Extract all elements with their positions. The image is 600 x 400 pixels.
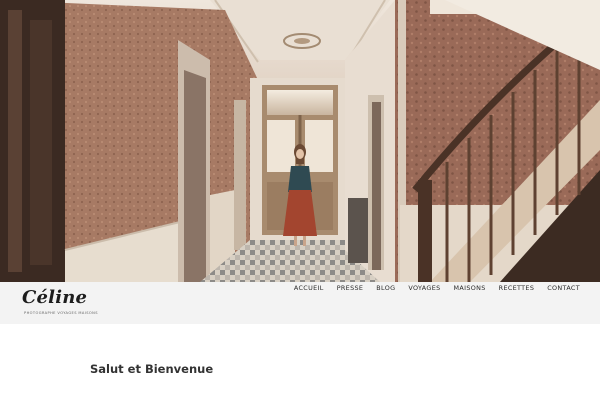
menu-item-blog[interactable]: BLOG (376, 282, 395, 294)
menu-item-presse[interactable]: PRESSE (337, 282, 364, 294)
logo-name: Céline (22, 287, 88, 308)
logo-tagline: PHOTOGRAPHE VOYAGES MAISONS (24, 311, 98, 315)
hallway-image (0, 0, 600, 282)
site-header: Céline PHOTOGRAPHE VOYAGES MAISONS ACCUE… (0, 282, 600, 324)
menu-item-contact[interactable]: CONTACT (547, 282, 580, 294)
menu-item-accueil[interactable]: ACCUEIL (294, 282, 324, 294)
menu-item-maisons[interactable]: MAISONS (454, 282, 486, 294)
main-content: Salut et Bienvenue (0, 324, 600, 400)
hero-photo (0, 0, 600, 282)
main-menu: ACCUEIL PRESSE BLOG VOYAGES MAISONS RECE… (294, 282, 580, 294)
site-logo[interactable]: Céline PHOTOGRAPHE VOYAGES MAISONS (22, 287, 98, 320)
welcome-title: Salut et Bienvenue (90, 362, 214, 376)
menu-item-recettes[interactable]: RECETTES (499, 282, 535, 294)
menu-item-voyages[interactable]: VOYAGES (408, 282, 440, 294)
